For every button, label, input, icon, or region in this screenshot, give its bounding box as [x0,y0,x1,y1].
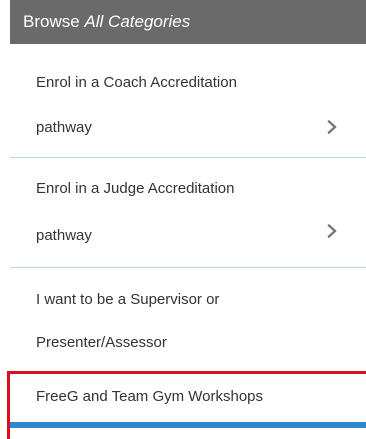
menu-item-label: FreeG and Team Gym Workshops [36,388,264,405]
header-emphasis: All Categories [84,12,191,31]
menu-item-label-line1: Enrol in a Judge Accreditation [36,180,235,197]
menu-item-supervisor-presenter[interactable]: I want to be a Supervisor or Presenter/A… [10,268,366,370]
category-menu: Browse All Categories Enrol in a Coach A… [0,0,366,439]
menu-item-label-line2: Presenter/Assessor [36,334,167,351]
header-prefix: Browse [23,12,85,31]
menu-item-judge-accreditation[interactable]: Enrol in a Judge Accreditation pathway [10,158,366,268]
chevron-right-icon [327,120,337,134]
active-indicator [10,422,366,428]
chevron-right-icon [327,224,337,238]
menu-item-label-line2: pathway [36,227,92,244]
menu-header: Browse All Categories [10,0,366,44]
menu-item-label-line1: Enrol in a Coach Accreditation [36,74,237,91]
menu-item-label-line1: I want to be a Supervisor or [36,291,220,308]
menu-item-freeg-team-gym[interactable]: FreeG and Team Gym Workshops [10,374,366,422]
menu-item-label-line2: pathway [36,119,92,136]
menu-item-coach-accreditation[interactable]: Enrol in a Coach Accreditation pathway [10,44,366,154]
